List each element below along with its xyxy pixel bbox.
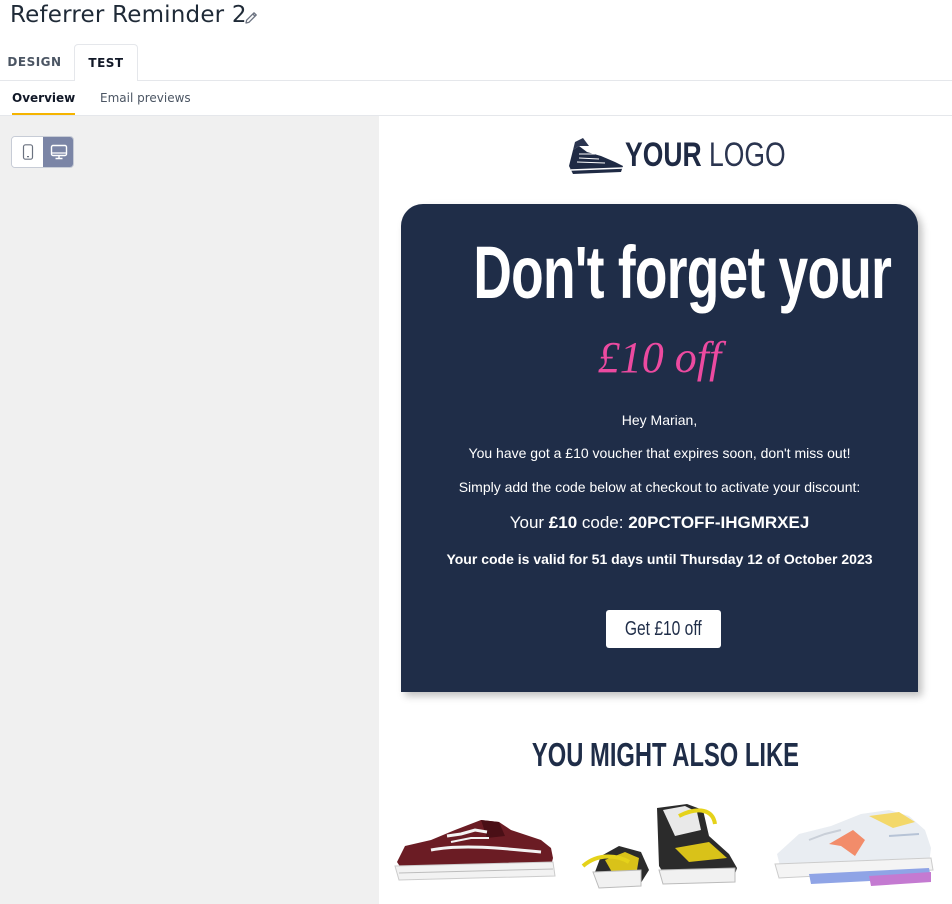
voucher-text: You have got a £10 voucher that expires … <box>468 445 851 461</box>
offer-headline: Don't forget your <box>473 231 892 314</box>
brand-logo: YOUR LOGO <box>565 132 786 180</box>
offer-card: Don't forget your £10 off Hey Marian, Yo… <box>401 204 918 692</box>
subtab-email-previews[interactable]: Email previews <box>100 91 191 105</box>
maroon-sneaker-image[interactable] <box>391 796 561 896</box>
sneaker-logo-icon <box>569 138 624 174</box>
page-title: Referrer Reminder 2 <box>10 2 247 28</box>
offer-amount: £10 off <box>597 333 722 382</box>
code-line: Your £10 code: 20PCTOFF-IHGMRXEJ <box>509 513 810 532</box>
mobile-icon <box>22 144 33 160</box>
pencil-icon[interactable] <box>243 10 259 26</box>
recommendations-title: YOU MIGHT ALSO LIKE <box>531 736 800 773</box>
tab-design[interactable]: DESIGN <box>0 44 69 81</box>
tab-test[interactable]: TEST <box>74 44 138 82</box>
device-toggle <box>11 136 74 168</box>
desktop-view-button[interactable] <box>43 137 73 167</box>
sub-tabs: Overview Email previews <box>0 81 952 116</box>
subtab-overview[interactable]: Overview <box>12 91 76 115</box>
mobile-view-button[interactable] <box>12 137 43 167</box>
logo-text: YOUR LOGO <box>625 136 786 174</box>
desktop-icon <box>50 144 67 160</box>
email-preview: YOUR LOGO Don't forget your £10 off Hey … <box>379 116 952 904</box>
get-discount-button[interactable]: Get £10 off <box>606 610 721 648</box>
white-running-shoe-image[interactable] <box>769 796 939 896</box>
left-panel <box>0 116 379 904</box>
yellow-hightop-image[interactable] <box>579 796 749 896</box>
validity-text: Your code is valid for 51 days until Thu… <box>446 551 873 567</box>
page-header: Referrer Reminder 2 <box>0 0 952 44</box>
main-tabs: DESIGN TEST <box>0 44 952 82</box>
greeting-text: Hey Marian, <box>621 412 698 428</box>
instruction-text: Simply add the code below at checkout to… <box>458 479 861 495</box>
discount-code: 20PCTOFF-IHGMRXEJ <box>628 513 810 532</box>
